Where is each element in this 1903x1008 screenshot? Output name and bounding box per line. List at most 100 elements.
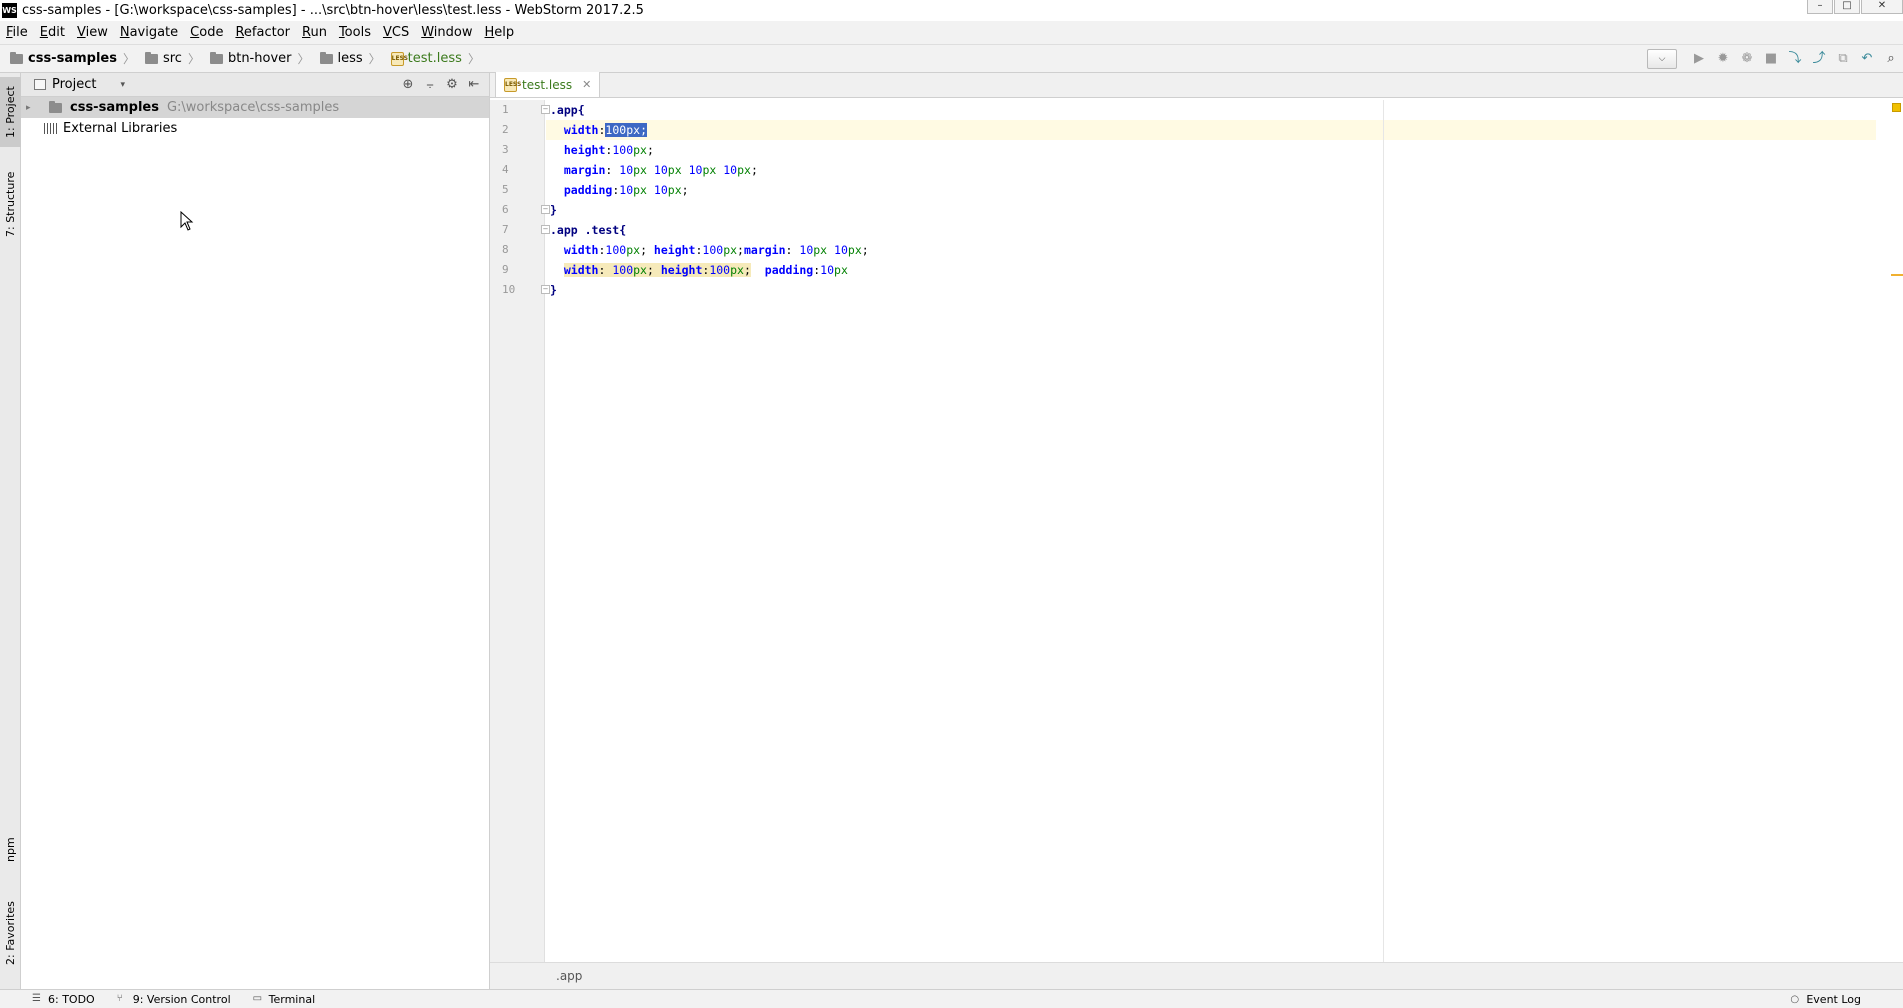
terminal-icon: ▭ [252,993,263,1004]
run-configuration-dropdown[interactable]: ⌵ [1647,49,1677,69]
line-number: 7 [502,223,509,236]
project-tool-label: 1: Project [4,86,17,138]
webstorm-logo-icon: WS [2,3,17,18]
project-panel-tools: ⊕ ⨪ ⚙ ⇤ [397,73,485,97]
editor-breadcrumb[interactable]: .app [490,962,1903,989]
project-tool-button[interactable]: 1: Project [0,77,21,147]
maximize-button[interactable]: □ [1834,0,1860,14]
fold-marker-icon[interactable]: − [541,205,550,214]
npm-tool-label: npm [4,837,17,863]
menu-edit[interactable]: Edit [34,21,71,45]
todo-label: 6: TODO [48,992,95,1006]
tree-item-external-libraries[interactable]: External Libraries [21,118,489,139]
folder-icon [319,51,333,64]
line-number: 2 [502,123,509,136]
code-line: .app{ [550,103,585,117]
breadcrumb-label: src [162,51,182,66]
menu-run[interactable]: Run [296,21,333,45]
breadcrumb-src[interactable]: src 〉 [135,45,200,73]
tree-item-path: G:\workspace\css-samples [166,100,340,115]
todo-tool-button[interactable]: ☰ 6: TODO [32,993,95,1006]
menu-view[interactable]: View [71,21,114,45]
code-line: .app .test{ [550,223,627,237]
menu-refactor[interactable]: Refactor [229,21,296,45]
debug-icon[interactable]: ✹ [1711,47,1735,71]
breadcrumb-less[interactable]: less 〉 [310,45,381,73]
menu-navigate[interactable]: Navigate [114,21,184,45]
code-line: } [550,283,557,297]
coverage-icon[interactable]: ❁ [1735,47,1759,71]
chevron-down-icon[interactable]: ▾ [120,80,125,90]
warning-marker[interactable] [1891,274,1903,276]
breadcrumb-btn-hover[interactable]: btn-hover 〉 [200,45,310,73]
breadcrumb-separator: 〉 [187,52,200,66]
code-line: width: 100px; height:100px; padding:10px [563,263,848,277]
less-file-icon: LESS [390,51,408,66]
menu-bar: File Edit View Navigate Code Refactor Ru… [0,21,1903,45]
breadcrumb-separator: 〉 [467,52,480,66]
vcs-update-icon[interactable]: ⤵ [1783,47,1807,71]
menu-vcs[interactable]: VCS [377,21,415,45]
fold-marker-icon[interactable]: − [541,285,550,294]
current-line-highlight [546,120,1876,140]
navigation-bar: css-samples 〉 src 〉 btn-hover 〉 less 〉 L… [0,45,1903,73]
terminal-label: Terminal [268,992,316,1006]
minimize-button[interactable]: – [1807,0,1833,14]
run-icon[interactable]: ▶ [1687,47,1711,71]
breadcrumb-label: less [337,51,363,66]
structure-tool-button[interactable]: 7: Structure [0,163,21,245]
hide-panel-icon[interactable]: ⇤ [463,74,485,96]
close-button[interactable]: ✕ [1861,0,1903,14]
code-editor[interactable]: 1 2 3 4 5 6 7 8 9 10 − − − − .app{ width… [490,100,1903,962]
chevron-right-icon[interactable]: ▸ [26,103,36,113]
close-icon[interactable]: ✕ [582,78,591,91]
version-control-tool-button[interactable]: ⑂ 9: Version Control [117,993,231,1006]
menu-tools[interactable]: Tools [333,21,377,45]
tab-test-less[interactable]: LESS test.less ✕ [495,72,601,97]
menu-help[interactable]: Help [479,21,521,45]
project-tool-window: Project ▾ ⊕ ⨪ ⚙ ⇤ ▸ css-samples G:\works… [21,73,490,989]
inspection-status-icon[interactable] [1892,103,1901,112]
left-tool-stripe: 1: Project 7: Structure npm 2: Favorites [0,73,21,989]
locate-file-icon[interactable]: ⊕ [397,74,419,96]
terminal-tool-button[interactable]: ▭ Terminal [253,993,316,1006]
menu-file[interactable]: File [0,21,34,45]
event-log-button[interactable]: ○ Event Log [1790,993,1861,1006]
breadcrumb-label: test.less [407,51,462,66]
breadcrumb-label: css-samples [28,51,117,66]
line-number: 6 [502,203,509,216]
tree-item-css-samples[interactable]: ▸ css-samples G:\workspace\css-samples [21,97,489,118]
line-number: 10 [502,283,516,296]
right-margin-guide [1383,100,1384,962]
gear-icon[interactable]: ⚙ [441,74,463,96]
tree-item-label: css-samples [70,100,159,115]
vcs-commit-icon[interactable]: ⤴ [1807,47,1831,71]
vcs-compare-icon[interactable]: ⧉ [1831,47,1855,71]
line-number: 1 [502,103,509,116]
code-line: width:100px; height:100px;margin: 10px 1… [563,243,869,257]
project-view-icon [34,79,46,90]
collapse-all-icon[interactable]: ⨪ [419,74,441,96]
menu-window[interactable]: Window [415,21,478,45]
npm-tool-button[interactable]: npm [0,825,21,875]
error-stripe [1889,100,1903,962]
main-toolbar: ⌵ ▶ ✹ ❁ ■ ⤵ ⤴ ⧉ ↶ ⌕ [1647,45,1903,73]
editor-gutter: 1 2 3 4 5 6 7 8 9 10 [490,100,545,962]
fold-marker-icon[interactable]: − [541,225,550,234]
status-right: ○ Event Log [1780,990,1873,1008]
tree-item-label: External Libraries [63,121,178,136]
stop-icon[interactable]: ■ [1759,47,1783,71]
project-panel-title[interactable]: Project [52,77,96,92]
title-bar: WS css-samples - [G:\workspace\css-sampl… [0,0,1903,21]
project-folder-icon [49,100,62,113]
breadcrumb-file[interactable]: LESS test.less 〉 [381,45,480,73]
search-icon[interactable]: ⌕ [1879,47,1903,71]
folder-icon [144,51,158,64]
code-line: height:100px; [563,143,654,157]
menu-code[interactable]: Code [184,21,229,45]
folder-icon [209,51,223,64]
breadcrumb-project[interactable]: css-samples 〉 [0,45,135,73]
favorites-tool-button[interactable]: 2: Favorites [0,893,21,973]
fold-marker-icon[interactable]: − [541,105,550,114]
vcs-revert-icon[interactable]: ↶ [1855,47,1879,71]
